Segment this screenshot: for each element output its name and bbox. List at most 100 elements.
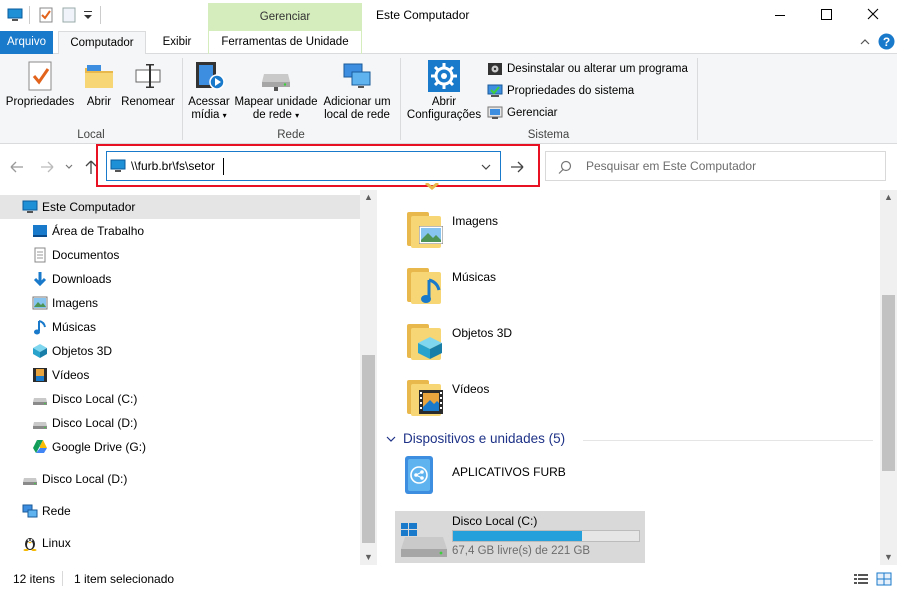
tab-ferramentas-de-unidade[interactable]: Ferramentas de Unidade: [208, 31, 362, 54]
open-settings-label-1: Abrir: [431, 96, 457, 108]
drive-free-space: 67,4 GB livre(s) de 221 GB: [452, 545, 591, 557]
add-network-location-button[interactable]: Adicionar um local de rede: [320, 60, 394, 122]
address-computer-icon: [110, 159, 126, 173]
ribbon: Propriedades Abrir Renomear Local Acessa…: [0, 54, 897, 144]
collapse-chevron-icon[interactable]: [385, 433, 397, 445]
linux-icon: [22, 535, 38, 551]
nav-item-label: Google Drive (G:): [52, 440, 147, 454]
windows-drive-icon: [399, 523, 449, 559]
computer-icon: [7, 8, 23, 21]
nav-item-label: Imagens: [52, 296, 99, 310]
music-folder-icon: [405, 264, 445, 304]
svg-text:?: ?: [883, 35, 890, 49]
ribbon-tab-bar: Arquivo Computador Exibir Ferramentas de…: [0, 31, 897, 55]
map-network-drive-button[interactable]: Mapear unidade de rede ▾: [232, 60, 320, 122]
help-icon[interactable]: ?: [878, 33, 895, 50]
tab-exibir[interactable]: Exibir: [152, 31, 202, 54]
address-dropdown-chevron-icon[interactable]: [479, 160, 493, 174]
access-media-label-2: mídia: [191, 109, 220, 121]
add-location-label-1: Adicionar um: [323, 96, 391, 108]
content-pane: Imagens Músicas Objetos 3D Vídeos Dispos…: [377, 181, 897, 565]
new-folder-quick-icon[interactable]: [62, 7, 76, 23]
desktop-icon: [32, 223, 48, 239]
settings-gear-icon: [428, 60, 460, 92]
back-button[interactable]: [8, 158, 28, 176]
nav-scroll-up-icon[interactable]: ▲: [364, 192, 373, 202]
access-media-button[interactable]: Acessar mídia ▾: [186, 60, 232, 122]
nav-item-label: Área de Trabalho: [52, 224, 145, 238]
nav-item-label: Este Computador: [42, 200, 136, 214]
uninstall-icon: [487, 62, 503, 76]
content-scrollbar[interactable]: ▲ ▼: [880, 190, 897, 565]
forward-button[interactable]: [36, 158, 56, 176]
content-scroll-down-icon[interactable]: ▼: [884, 552, 893, 562]
maximize-button[interactable]: [803, 0, 849, 31]
window-title: Este Computador: [376, 8, 470, 22]
uninstall-label: Desinstalar ou alterar um programa: [507, 63, 688, 75]
folder-item-imagens[interactable]: Imagens: [405, 208, 565, 252]
collapse-ribbon-icon[interactable]: [858, 35, 872, 49]
address-bar[interactable]: \\furb.br\fs\setor: [106, 151, 501, 181]
rename-button[interactable]: Renomear: [120, 60, 176, 109]
rename-icon: [132, 60, 164, 92]
group-label-rede: Rede: [277, 129, 305, 141]
context-tab-gerenciar[interactable]: Gerenciar: [208, 3, 362, 31]
properties-button[interactable]: Propriedades: [4, 60, 76, 109]
folder-item-musicas[interactable]: Músicas: [405, 264, 565, 308]
tab-arquivo[interactable]: Arquivo: [0, 31, 53, 54]
map-drive-label-2: de rede: [252, 109, 292, 121]
downloads-icon: [32, 271, 48, 287]
devices-group-header[interactable]: Dispositivos e unidades (5): [385, 430, 875, 450]
network-icon: [22, 503, 38, 519]
properties-quick-icon[interactable]: [38, 7, 54, 23]
manage-label: Gerenciar: [507, 107, 558, 119]
drive-icon: [32, 391, 48, 407]
system-properties-label: Propriedades do sistema: [507, 85, 635, 97]
drive-icon: [22, 471, 38, 487]
map-drive-label-1: Mapear unidade: [234, 96, 318, 108]
tab-computador[interactable]: Computador: [58, 31, 146, 55]
search-box[interactable]: Pesquisar em Este Computador: [545, 151, 886, 181]
quick-access-dropdown-icon[interactable]: [83, 8, 93, 22]
folder-item-objetos-3d[interactable]: Objetos 3D: [405, 320, 565, 364]
manage-button[interactable]: Gerenciar: [487, 104, 558, 122]
close-button[interactable]: [849, 0, 897, 31]
open-settings-button[interactable]: Abrir Configurações: [404, 60, 484, 122]
add-location-label-2: local de rede: [324, 109, 390, 121]
device-label: Disco Local (C:): [452, 514, 538, 528]
nav-scroll-thumb[interactable]: [362, 355, 375, 543]
device-item-aplicativos-furb[interactable]: APLICATIVOS FURB: [399, 454, 649, 500]
drive-usage-bar: [452, 530, 640, 542]
system-properties-button[interactable]: Propriedades do sistema: [487, 82, 634, 100]
go-arrow-icon[interactable]: [507, 158, 527, 176]
3d-objects-folder-icon: [405, 320, 445, 360]
content-scroll-up-icon[interactable]: ▲: [884, 192, 893, 202]
app-drive-icon: [401, 456, 437, 496]
videos-folder-icon: [405, 376, 445, 416]
open-label: Abrir: [86, 96, 112, 108]
rename-label: Renomear: [121, 96, 175, 108]
media-icon: [193, 60, 225, 92]
nav-scrollbar[interactable]: ▲ ▼: [360, 190, 377, 565]
drive-usage-fill: [453, 531, 583, 541]
content-scroll-thumb[interactable]: [882, 295, 895, 471]
nav-scroll-down-icon[interactable]: ▼: [364, 552, 373, 562]
nav-item-label: Disco Local (C:): [52, 392, 138, 406]
large-icons-view-icon[interactable]: [876, 572, 892, 586]
device-label: APLICATIVOS FURB: [452, 465, 566, 479]
minimize-button[interactable]: [757, 0, 803, 31]
folder-item-videos[interactable]: Vídeos: [405, 376, 565, 420]
network-location-icon: [341, 60, 373, 92]
recent-locations-chevron-icon[interactable]: [64, 161, 74, 171]
details-view-icon[interactable]: [853, 572, 869, 586]
device-item-disco-local-c[interactable]: Disco Local (C:) 67,4 GB livre(s) de 221…: [395, 511, 645, 563]
navigation-bar: \\furb.br\fs\setor Pesquisar em Este Com…: [0, 144, 897, 190]
status-bar: 12 itens 1 item selecionado: [0, 566, 897, 590]
uninstall-program-button[interactable]: Desinstalar ou alterar um programa: [487, 60, 688, 78]
open-button[interactable]: Abrir: [80, 60, 118, 109]
3d-objects-icon: [32, 343, 48, 359]
pictures-icon: [32, 295, 48, 311]
address-input[interactable]: \\furb.br\fs\setor: [131, 159, 215, 173]
nav-item-label: Downloads: [52, 272, 112, 286]
pictures-folder-icon: [405, 208, 445, 248]
